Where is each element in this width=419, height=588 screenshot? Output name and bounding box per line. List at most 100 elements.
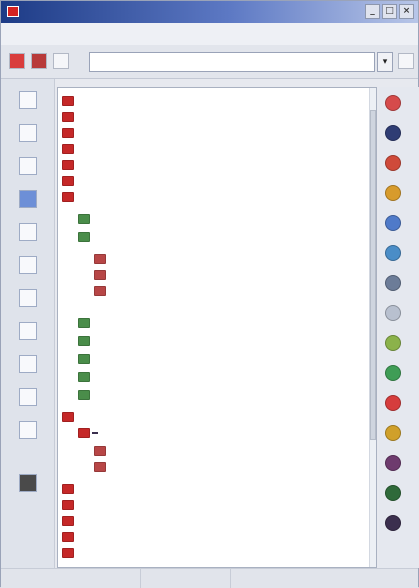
sparkle-icon[interactable]	[385, 335, 401, 351]
tree-row[interactable]	[62, 530, 78, 544]
folder-icon	[62, 532, 74, 542]
maximize-button[interactable]: □	[382, 4, 397, 19]
tree-row[interactable]	[62, 410, 78, 424]
camera-icon[interactable]	[19, 474, 37, 492]
toolbar: ▾	[1, 45, 418, 79]
tree-row[interactable]	[78, 316, 94, 330]
tree-row[interactable]	[78, 388, 94, 402]
globe-icon[interactable]	[385, 245, 401, 261]
report-icon[interactable]	[19, 355, 37, 373]
status-bar	[1, 568, 418, 588]
stop-button[interactable]	[9, 53, 25, 69]
link-icon[interactable]	[385, 215, 401, 231]
tree-row[interactable]	[62, 498, 78, 512]
tree-row[interactable]	[78, 370, 94, 384]
drop-icon[interactable]	[385, 365, 401, 381]
tree-row[interactable]	[94, 252, 110, 266]
gear-icon[interactable]	[385, 485, 401, 501]
folder-icon	[62, 516, 74, 526]
star-icon[interactable]	[385, 515, 401, 531]
back-button[interactable]	[53, 53, 69, 69]
tree-row[interactable]	[62, 546, 78, 560]
item-icon	[78, 232, 90, 242]
window-controls: _ □ ×	[365, 4, 414, 19]
right-tool-strip	[379, 87, 419, 568]
folder-icon	[62, 160, 74, 170]
tree-row[interactable]	[94, 284, 110, 298]
table-icon[interactable]	[19, 223, 37, 241]
menu-item-4[interactable]	[87, 32, 95, 36]
tree-row[interactable]	[78, 352, 94, 366]
tree-row[interactable]	[62, 190, 78, 204]
tree-row[interactable]	[62, 110, 78, 124]
folder-icon	[62, 548, 74, 558]
title-bar[interactable]: _ □ ×	[1, 1, 418, 23]
pointer-icon[interactable]	[385, 125, 401, 141]
close-button[interactable]: ×	[399, 4, 414, 19]
item-icon	[78, 214, 90, 224]
item-icon	[78, 372, 90, 382]
database-icon[interactable]	[19, 190, 37, 208]
file-icon[interactable]	[19, 124, 37, 142]
tree-row[interactable]	[94, 444, 110, 458]
path-input[interactable]	[89, 52, 375, 72]
home-button[interactable]	[31, 53, 47, 69]
image-icon[interactable]	[19, 256, 37, 274]
folder-icon	[62, 128, 74, 138]
tree-row[interactable]	[78, 212, 94, 226]
tree-row[interactable]	[62, 514, 78, 528]
tree-row[interactable]	[78, 334, 94, 348]
item-icon	[78, 390, 90, 400]
tree-row[interactable]	[62, 158, 78, 172]
tree-row[interactable]	[78, 230, 94, 244]
list-icon[interactable]	[19, 157, 37, 175]
map-icon[interactable]	[19, 388, 37, 406]
tree-row[interactable]	[62, 126, 78, 140]
grid-icon[interactable]	[19, 421, 37, 439]
text-icon[interactable]	[385, 395, 401, 411]
pencil-icon[interactable]	[385, 95, 401, 111]
document-icon	[94, 462, 106, 472]
scroll-thumb[interactable]	[370, 110, 376, 440]
lock-icon[interactable]	[385, 275, 401, 291]
path-dropdown-button[interactable]: ▾	[377, 52, 393, 72]
tree-row[interactable]	[62, 142, 78, 156]
folder-icon	[62, 484, 74, 494]
tree-scrollbar[interactable]	[369, 88, 376, 567]
tree-row[interactable]	[94, 268, 110, 282]
folder-icon	[62, 412, 74, 422]
tree-row[interactable]	[62, 482, 78, 496]
folder-icon	[62, 192, 74, 202]
tree-row[interactable]	[62, 94, 78, 108]
shape-icon[interactable]	[385, 185, 401, 201]
folder-icon[interactable]	[19, 91, 37, 109]
object-tree	[57, 87, 377, 568]
settings-icon[interactable]	[19, 322, 37, 340]
tag-icon[interactable]	[385, 425, 401, 441]
document-icon	[94, 270, 106, 280]
layer-icon[interactable]	[385, 455, 401, 471]
brush-icon[interactable]	[385, 305, 401, 321]
tree-label	[92, 432, 98, 434]
tree-row-selected[interactable]	[78, 426, 98, 440]
document-icon	[94, 286, 106, 296]
status-center	[141, 569, 231, 588]
menu-item-1[interactable]	[27, 32, 35, 36]
folder-icon	[62, 96, 74, 106]
menu-bar	[1, 23, 418, 45]
tree-row[interactable]	[62, 174, 78, 188]
document-icon	[94, 254, 106, 264]
folder-icon	[62, 112, 74, 122]
minimize-button[interactable]: _	[365, 4, 380, 19]
folder-icon	[62, 500, 74, 510]
menu-item-3[interactable]	[67, 32, 75, 36]
item-icon	[78, 318, 90, 328]
status-right	[231, 569, 418, 588]
app-icon	[7, 6, 19, 17]
chart-icon[interactable]	[19, 289, 37, 307]
tree-row[interactable]	[94, 460, 110, 474]
menu-item-2[interactable]	[47, 32, 55, 36]
refresh-button[interactable]	[398, 53, 414, 69]
status-left	[1, 569, 141, 588]
palette-icon[interactable]	[385, 155, 401, 171]
